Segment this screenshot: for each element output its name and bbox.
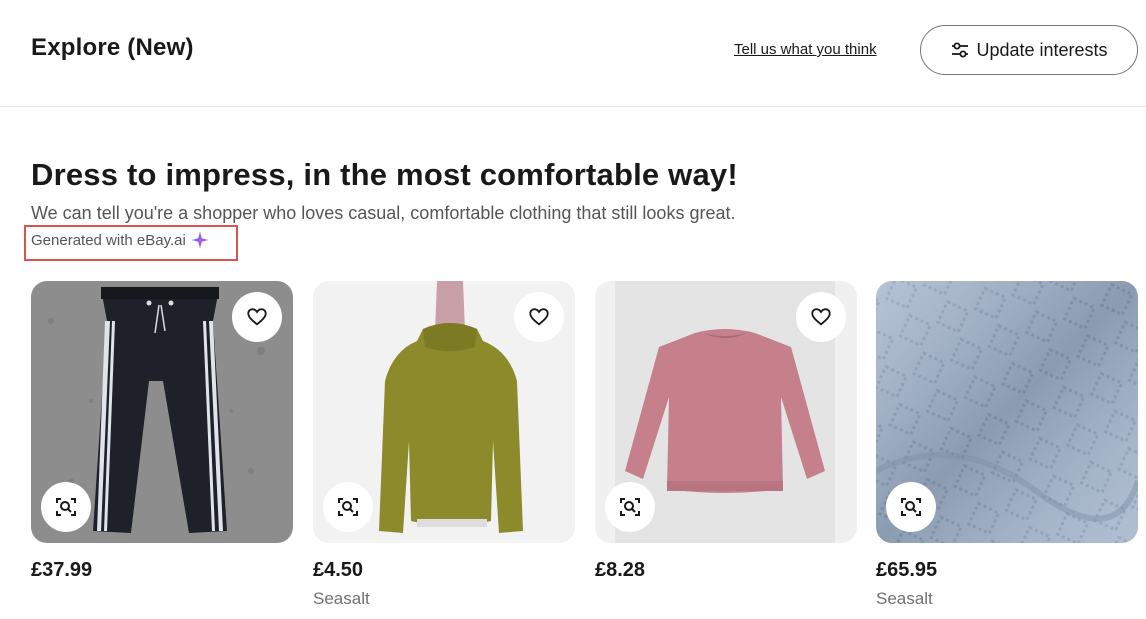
product-price: £4.50 bbox=[313, 559, 364, 581]
update-interests-label: Update interests bbox=[976, 39, 1108, 60]
update-interests-button[interactable]: Update interests bbox=[920, 25, 1138, 75]
product-card[interactable]: £8.28 bbox=[595, 281, 857, 589]
page-header: Explore (New) Tell us what you think Upd… bbox=[0, 0, 1146, 107]
heart-icon bbox=[247, 308, 267, 326]
product-price: £65.95 bbox=[876, 559, 938, 581]
watch-heart-button[interactable] bbox=[514, 292, 564, 342]
section-headline: Dress to impress, in the most comfortabl… bbox=[31, 157, 738, 192]
product-seller: Seasalt bbox=[876, 589, 933, 608]
image-search-icon bbox=[338, 498, 358, 516]
product-price: £37.99 bbox=[31, 559, 93, 581]
image-search-icon bbox=[620, 498, 640, 516]
product-price: £8.28 bbox=[595, 559, 646, 581]
sliders-icon bbox=[952, 42, 969, 58]
feedback-link[interactable]: Tell us what you think bbox=[734, 41, 877, 58]
product-card[interactable]: £65.95 Seasalt bbox=[876, 281, 1138, 609]
section-subtext: We can tell you're a shopper who loves c… bbox=[31, 203, 736, 223]
image-search-icon bbox=[56, 498, 76, 516]
product-image[interactable] bbox=[876, 281, 1138, 543]
sparkle-icon bbox=[191, 231, 208, 249]
product-image[interactable] bbox=[313, 281, 575, 543]
watch-heart-button[interactable] bbox=[232, 292, 282, 342]
generated-text: Generated with eBay.ai bbox=[31, 231, 186, 249]
image-search-icon bbox=[901, 498, 921, 516]
heart-icon bbox=[811, 308, 831, 326]
product-card[interactable]: £4.50 Seasalt bbox=[313, 281, 575, 609]
visual-search-button[interactable] bbox=[886, 482, 936, 532]
heart-icon bbox=[529, 308, 549, 326]
product-seller: Seasalt bbox=[313, 589, 370, 608]
product-image[interactable] bbox=[595, 281, 857, 543]
product-image[interactable] bbox=[31, 281, 293, 543]
product-card[interactable]: £37.99 bbox=[31, 281, 293, 589]
watch-heart-button[interactable] bbox=[796, 292, 846, 342]
page-title: Explore (New) bbox=[31, 34, 194, 61]
visual-search-button[interactable] bbox=[41, 482, 91, 532]
visual-search-button[interactable] bbox=[323, 482, 373, 532]
generated-with-label: Generated with eBay.ai bbox=[31, 231, 209, 249]
visual-search-button[interactable] bbox=[605, 482, 655, 532]
